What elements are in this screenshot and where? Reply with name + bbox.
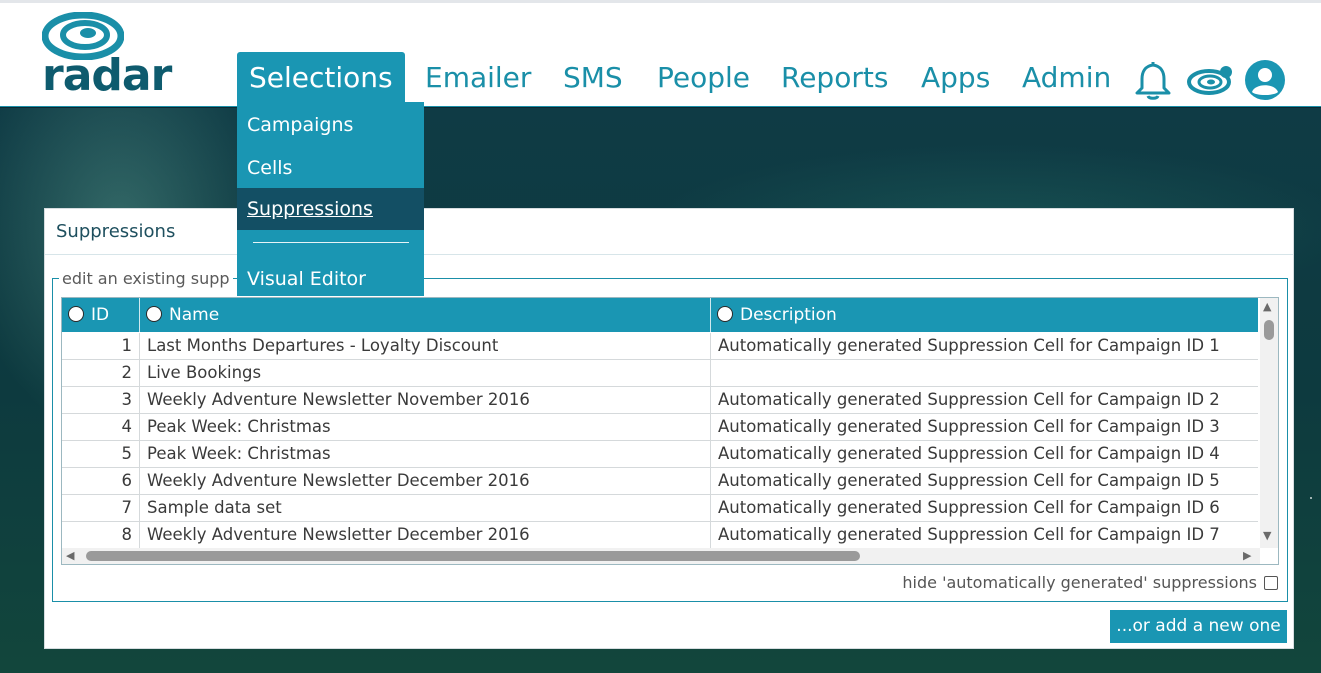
star-decoration <box>1310 497 1312 499</box>
cell-id: 7 <box>62 495 140 521</box>
cell-name: Sample data set <box>140 495 711 521</box>
nav-apps[interactable]: Apps <box>921 52 990 106</box>
menu-item-cells[interactable]: Cells <box>237 147 424 189</box>
sort-radio-icon[interactable] <box>717 306 733 322</box>
table-row[interactable]: 5 Peak Week: Christmas Automatically gen… <box>62 441 1258 468</box>
horizontal-scrollbar[interactable]: ◀ ▶ <box>62 548 1260 564</box>
column-header-label: Description <box>740 305 837 325</box>
cell-description <box>711 360 1258 386</box>
sort-radio-icon[interactable] <box>146 306 162 322</box>
logo-text: radar <box>42 50 172 101</box>
cell-id: 8 <box>62 522 140 548</box>
cell-id: 1 <box>62 333 140 359</box>
nav-reports[interactable]: Reports <box>781 52 888 106</box>
cell-description: Automatically generated Suppression Cell… <box>718 471 1220 490</box>
hide-auto-generated-checkbox[interactable] <box>1264 576 1278 590</box>
menu-item-suppressions[interactable]: Suppressions <box>237 188 424 230</box>
suppressions-grid: ID Name Description 1 Last Months Depart… <box>61 297 1279 565</box>
cell-id: 6 <box>62 468 140 494</box>
cell-description: Automatically generated Suppression Cell… <box>718 390 1220 409</box>
horizontal-scroll-thumb[interactable] <box>86 551 860 561</box>
cell-description: Automatically generated Suppression Cell… <box>718 498 1220 517</box>
menu-divider <box>253 242 409 243</box>
suppressions-panel: Suppressions edit an existing supp ID Na… <box>44 208 1294 649</box>
nav-sms[interactable]: SMS <box>563 52 623 106</box>
add-new-button[interactable]: ...or add a new one <box>1110 610 1287 643</box>
scroll-down-icon[interactable]: ▼ <box>1263 530 1271 542</box>
nav-emailer[interactable]: Emailer <box>425 52 531 106</box>
scroll-right-icon[interactable]: ▶ <box>1243 550 1251 562</box>
table-row[interactable]: 8 Weekly Adventure Newsletter December 2… <box>62 522 1258 549</box>
vertical-scroll-thumb[interactable] <box>1264 320 1274 340</box>
column-header-label: Name <box>169 305 220 325</box>
column-header-label: ID <box>91 305 110 325</box>
menu-item-campaigns[interactable]: Campaigns <box>237 104 424 146</box>
cell-description: Automatically generated Suppression Cell… <box>718 336 1220 355</box>
column-header-name[interactable]: Name <box>140 298 711 332</box>
grid-header: ID Name Description <box>62 298 1258 332</box>
cell-name: Weekly Adventure Newsletter December 201… <box>140 522 711 548</box>
cell-description: Automatically generated Suppression Cell… <box>718 525 1220 544</box>
nav-people[interactable]: People <box>657 52 750 106</box>
cell-description: Automatically generated Suppression Cell… <box>718 417 1220 436</box>
menu-item-visual-editor[interactable]: Visual Editor <box>237 258 424 300</box>
column-header-description[interactable]: Description <box>711 298 1258 332</box>
vertical-scrollbar[interactable]: ▲ ▼ <box>1260 298 1278 548</box>
radar-logo[interactable]: radar <box>42 12 182 101</box>
user-avatar-icon[interactable] <box>1244 59 1286 101</box>
scroll-left-icon[interactable]: ◀ <box>66 550 74 562</box>
table-row[interactable]: 2 Live Bookings <box>62 360 1258 387</box>
cell-name: Last Months Departures - Loyalty Discoun… <box>140 333 711 359</box>
cell-name: Peak Week: Christmas <box>140 441 711 467</box>
column-header-id[interactable]: ID <box>62 298 140 332</box>
cell-id: 5 <box>62 441 140 467</box>
radar-icon[interactable] <box>1187 64 1235 96</box>
nav-admin[interactable]: Admin <box>1022 52 1111 106</box>
cell-id: 2 <box>62 360 140 386</box>
table-row[interactable]: 3 Weekly Adventure Newsletter November 2… <box>62 387 1258 414</box>
selections-dropdown: Campaigns Cells Suppressions Visual Edit… <box>237 102 424 296</box>
table-row[interactable]: 4 Peak Week: Christmas Automatically gen… <box>62 414 1258 441</box>
cell-name: Live Bookings <box>140 360 711 386</box>
cell-name: Weekly Adventure Newsletter December 201… <box>140 468 711 494</box>
edit-existing-fieldset: edit an existing supp ID Name Descriptio… <box>52 269 1288 602</box>
bell-icon[interactable] <box>1134 59 1172 101</box>
table-row[interactable]: 7 Sample data set Automatically generate… <box>62 495 1258 522</box>
hide-auto-generated-label: hide 'automatically generated' suppressi… <box>902 573 1257 592</box>
cell-id: 4 <box>62 414 140 440</box>
fieldset-legend: edit an existing supp <box>59 269 233 289</box>
nav-selections[interactable]: Selections <box>237 52 405 106</box>
table-row[interactable]: 6 Weekly Adventure Newsletter December 2… <box>62 468 1258 495</box>
cell-name: Weekly Adventure Newsletter November 201… <box>140 387 711 413</box>
cell-description: Automatically generated Suppression Cell… <box>718 444 1220 463</box>
sort-radio-icon[interactable] <box>68 306 84 322</box>
cell-name: Peak Week: Christmas <box>140 414 711 440</box>
cell-id: 3 <box>62 387 140 413</box>
table-row[interactable]: 1 Last Months Departures - Loyalty Disco… <box>62 333 1258 360</box>
panel-title: Suppressions <box>45 209 1293 255</box>
scroll-up-icon[interactable]: ▲ <box>1263 301 1271 313</box>
